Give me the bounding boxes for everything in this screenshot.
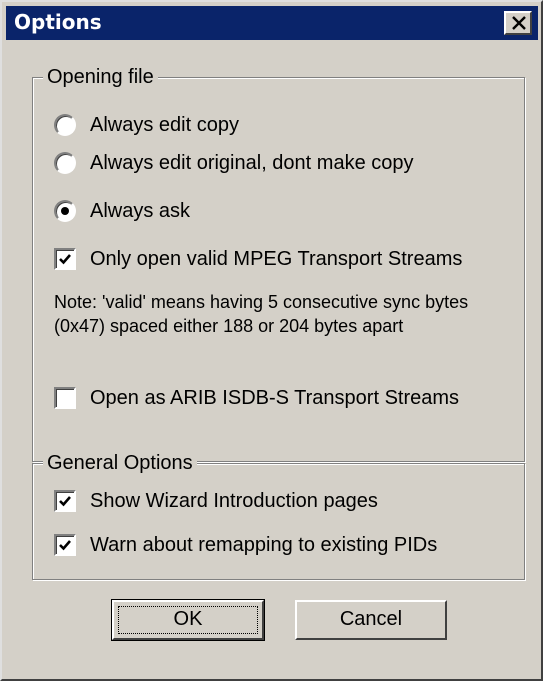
checkmark-icon — [59, 540, 71, 551]
checkbox[interactable] — [54, 490, 76, 512]
opening-file-legend: Opening file — [43, 65, 158, 89]
general-options-legend: General Options — [43, 451, 197, 475]
radio-button[interactable] — [54, 114, 76, 136]
radio-label: Always edit copy — [90, 114, 239, 136]
checkbox[interactable] — [54, 248, 76, 270]
radio-label: Always edit original, dont make copy — [90, 152, 414, 174]
radio-dot-icon — [61, 207, 69, 215]
checkbox[interactable] — [54, 534, 76, 556]
close-button[interactable] — [504, 11, 532, 35]
cancel-button[interactable]: Cancel — [295, 600, 447, 640]
dialog-title: Options — [14, 10, 102, 34]
valid-stream-note: Note: 'valid' means having 5 consecutive… — [54, 292, 469, 336]
cancel-button-label: Cancel — [339, 608, 403, 630]
checkbox-label: Show Wizard Introduction pages — [90, 490, 378, 512]
options-dialog: Options Opening file Always edit copy Al… — [0, 0, 543, 681]
close-icon — [512, 16, 526, 30]
general-options-group: General Options — [32, 451, 525, 580]
checkmark-icon — [59, 254, 71, 265]
radio-button[interactable] — [54, 152, 76, 174]
checkbox-label: Open as ARIB ISDB-S Transport Streams — [90, 387, 460, 409]
title-bar[interactable]: Options — [6, 6, 538, 40]
ok-button[interactable]: OK — [111, 599, 265, 641]
focus-rectangle — [118, 606, 258, 634]
checkbox[interactable] — [54, 387, 76, 409]
checkbox-label: Only open valid MPEG Transport Streams — [90, 248, 463, 270]
radio-label: Always ask — [90, 200, 191, 222]
checkbox-label: Warn about remapping to existing PIDs — [90, 534, 438, 556]
checkmark-icon — [59, 496, 71, 507]
radio-button-selected[interactable] — [54, 200, 76, 222]
